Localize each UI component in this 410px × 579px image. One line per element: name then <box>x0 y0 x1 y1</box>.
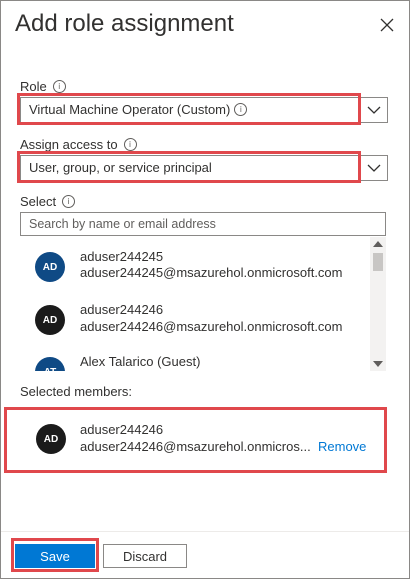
list-scrollbar[interactable] <box>370 237 386 371</box>
role-highlight <box>17 93 361 125</box>
search-field[interactable] <box>20 212 386 236</box>
chevron-down-icon[interactable] <box>360 156 387 180</box>
select-label: Select <box>20 194 57 209</box>
save-highlight <box>11 538 99 572</box>
avatar: AD <box>35 252 65 282</box>
assign-access-label-row: Assign access to i <box>20 137 137 152</box>
info-icon[interactable]: i <box>123 138 137 151</box>
role-label: Role <box>20 79 47 94</box>
assign-access-label: Assign access to <box>20 137 118 152</box>
discard-button[interactable]: Discard <box>103 544 187 568</box>
assign-access-highlight <box>17 151 361 183</box>
selected-members-label: Selected members: <box>20 384 132 399</box>
member-email: aduser244245@msazurehol.onmicrosoft.com <box>80 265 343 280</box>
member-list: AD aduser244245 aduser244245@msazurehol.… <box>20 237 386 371</box>
scroll-thumb[interactable] <box>373 253 383 271</box>
select-label-row: Select i <box>20 194 76 209</box>
scroll-up-icon[interactable] <box>373 241 383 247</box>
list-item[interactable]: AT Alex Talarico (Guest) <box>20 345 370 371</box>
search-input[interactable] <box>29 214 369 234</box>
selected-member-highlight <box>4 407 387 473</box>
panel-title: Add role assignment <box>15 10 234 37</box>
member-name: Alex Talarico (Guest) <box>80 354 201 369</box>
avatar: AT <box>35 357 65 371</box>
member-name: aduser244246 <box>80 302 164 317</box>
list-item[interactable]: AD aduser244246 aduser244246@msazurehol.… <box>20 291 370 351</box>
member-email: aduser244246@msazurehol.onmicrosoft.com <box>80 319 343 334</box>
info-icon[interactable]: i <box>62 195 76 208</box>
role-assignment-panel: Add role assignment Role i Virtual Machi… <box>0 0 410 579</box>
close-icon[interactable] <box>379 17 395 33</box>
chevron-down-icon[interactable] <box>360 98 387 122</box>
role-label-row: Role i <box>20 79 66 94</box>
avatar: AD <box>35 305 65 335</box>
info-icon[interactable]: i <box>52 80 66 93</box>
scroll-down-icon[interactable] <box>373 361 383 367</box>
member-name: aduser244245 <box>80 249 164 264</box>
list-item[interactable]: AD aduser244245 aduser244245@msazurehol.… <box>20 237 370 297</box>
footer-divider <box>1 531 409 532</box>
